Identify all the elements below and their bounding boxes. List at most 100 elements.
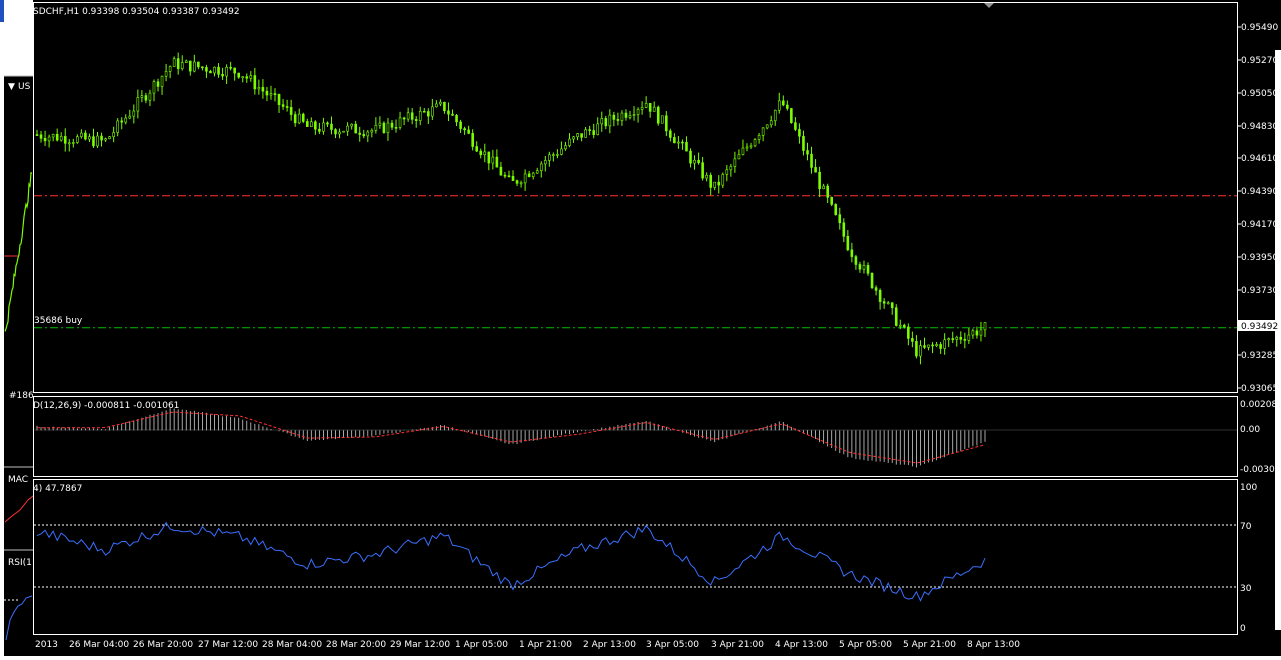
candle-body [51,133,55,138]
candle-body [213,66,216,74]
price-tick-11: 0.93065 [1237,384,1278,394]
candle-body [947,338,950,341]
candle-body [188,60,192,72]
candle-body [156,81,160,87]
candle-body [640,107,644,110]
candle-body [261,87,265,92]
candle-body [612,114,616,120]
candle-body [636,109,640,115]
candle-body [257,87,261,90]
candle-body [112,132,115,137]
candle-body [769,120,773,126]
candle-body [330,123,333,130]
candle-body [685,141,688,152]
left-chart-panel[interactable] [4,76,33,656]
candle-body [128,115,132,119]
candle-body [382,122,386,133]
candle-body [398,117,402,128]
time-label-2: 26 Mar 20:00 [133,640,193,650]
candle-body [552,154,555,156]
candle-body [358,132,362,135]
candle-body [894,307,898,326]
candle-body [846,235,850,251]
candle-body [285,106,289,108]
candle-body [673,137,676,144]
candle [870,272,874,290]
candle-body [975,330,979,336]
candle-body [273,93,277,95]
price-label-5: 0.94390 [1241,187,1278,197]
candle-body [656,106,660,124]
candle-body [152,81,156,94]
candle-body [548,154,551,161]
candle-body [463,128,466,131]
candle-body [753,139,757,147]
candle-body [233,67,236,74]
candle-body [59,136,63,141]
candle-body [80,132,83,137]
left-triangle-icon[interactable]: ▼ [8,82,15,92]
candle-body [116,120,119,133]
candle-body [971,330,975,336]
candle [382,121,386,134]
candle [342,130,345,133]
right-scroll-strip[interactable] [1275,50,1281,630]
left-rsi-label: RSI(1 [8,558,32,568]
candle-body [838,214,842,224]
candle-body [217,66,220,75]
candle-body [370,129,374,133]
candle-body [834,204,838,215]
candle-body [802,135,805,151]
candle-body [648,103,652,112]
candle-body [47,136,51,142]
candle-body [289,106,293,115]
candle-body [406,112,410,120]
candle-body [475,146,479,152]
candle-body [806,150,809,155]
time-label-14: 5 Apr 21:00 [903,640,956,650]
candle-body [342,130,345,133]
candle-body [600,118,604,125]
candle-body [890,302,894,309]
candle-body [721,173,725,186]
candle-body [822,185,825,190]
candle-body [495,156,499,168]
candle-body [923,345,926,348]
candle-body [903,324,906,328]
left-window-accent [0,0,4,22]
candle-body [72,142,75,144]
time-label-15: 8 Apr 13:00 [967,640,1020,650]
macd-panel-title: D(12,26,9) -0.000811 -0.001061 [33,401,179,411]
candle-body [592,130,595,135]
candle-body [265,90,269,96]
time-axis: 2013 26 Mar 04:00 26 Mar 20:00 27 Mar 12… [35,640,1020,650]
candle-body [705,174,708,179]
candle-body [253,75,257,90]
candle-body [176,58,180,69]
candle-body [669,130,672,138]
candle-body [576,133,579,138]
candle-body [959,336,963,340]
price-label-8: 0.93730 [1241,286,1278,296]
candle-body [870,272,874,288]
time-label-1: 26 Mar 04:00 [69,640,129,650]
candle-body [709,174,712,188]
candle-body [810,153,813,168]
candle-body [717,181,721,186]
candle-body [620,112,624,121]
candle [656,105,660,126]
candle-body [402,117,406,120]
candle-body [531,172,535,177]
price-tick-6: 0.94170 [1237,220,1278,230]
candle-body [269,93,273,96]
candle-body [757,135,761,140]
candle-body [394,127,398,129]
time-label-0: 2013 [35,640,58,650]
candle-body [418,110,422,121]
price-tick-4: 0.94610 [1237,154,1278,164]
candle-body [681,141,684,144]
candle-body [390,122,394,128]
candle-body [689,150,692,164]
candle [660,115,664,124]
macd-label-bottom: -0.003033 [1240,465,1281,475]
